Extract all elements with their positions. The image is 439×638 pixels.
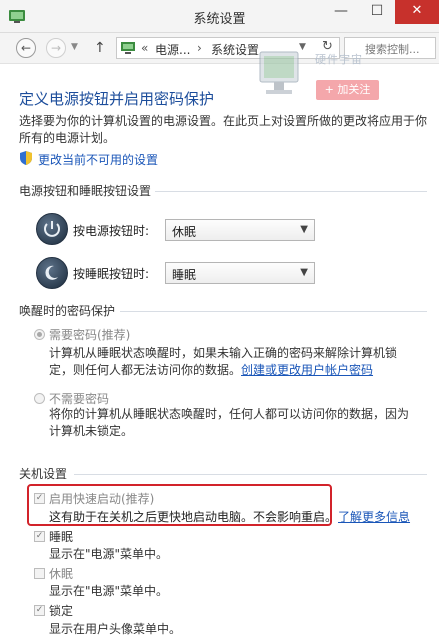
navigation-bar: ← → ▼ ↑ « 电源... › 系统设置 ▼ ↻ 搜索控制...: [0, 33, 439, 64]
section-header-power-buttons: 电源按钮和睡眠按钮设置: [19, 184, 152, 198]
forward-button[interactable]: →: [46, 38, 66, 58]
monitor-watermark-icon: [259, 51, 299, 94]
page-title: 定义电源按钮并启用密码保护: [19, 90, 215, 108]
moon-icon: [45, 265, 58, 280]
power-button-label: 按电源按钮时:: [73, 224, 150, 238]
hibernate-checkbox[interactable]: [34, 568, 45, 579]
breadcrumb-item-power[interactable]: 电源...: [155, 41, 190, 58]
search-input[interactable]: 搜索控制...: [365, 41, 420, 57]
watermark-text: 硬件宇宙: [315, 53, 363, 66]
minimize-button[interactable]: —: [323, 0, 359, 24]
section-divider: [74, 474, 427, 475]
change-unavailable-settings-link[interactable]: 更改当前不可用的设置: [38, 151, 158, 168]
require-password-radio[interactable]: [34, 329, 45, 340]
breadcrumb-separator[interactable]: ›: [197, 41, 202, 55]
fast-startup-checkbox[interactable]: ✓: [34, 493, 45, 504]
sleep-description: 显示在"电源"菜单中。: [49, 547, 169, 561]
sleep-button-label: 按睡眠按钮时:: [73, 267, 150, 281]
close-button[interactable]: ✕: [395, 0, 439, 24]
lock-description: 显示在用户头像菜单中。: [49, 622, 182, 636]
sleep-button-icon: [36, 257, 68, 289]
require-password-label: 需要密码(推荐): [49, 328, 131, 342]
chevron-down-icon: ▼: [300, 224, 308, 235]
breadcrumb-item-system-settings[interactable]: 系统设置: [211, 41, 259, 58]
sleep-label: 睡眠: [49, 530, 74, 544]
address-bar[interactable]: « 电源... › 系统设置 ▼ ↻: [116, 37, 340, 59]
hibernate-description: 显示在"电源"菜单中。: [49, 584, 169, 598]
chevron-down-icon[interactable]: ▼: [71, 42, 78, 52]
power-button-action-select[interactable]: 休眠 ▼: [165, 219, 315, 241]
section-header-shutdown: 关机设置: [19, 467, 68, 481]
learn-more-link[interactable]: 了解更多信息: [338, 508, 410, 525]
sleep-button-action-select[interactable]: 睡眠 ▼: [165, 262, 315, 284]
title-bar: 系统设置 — ☐ ✕: [0, 0, 439, 33]
lock-label: 锁定: [49, 604, 74, 618]
up-button[interactable]: ↑: [94, 40, 106, 56]
sleep-checkbox[interactable]: ✓: [34, 531, 45, 542]
power-button-icon: [36, 213, 68, 245]
power-symbol-icon: [44, 221, 60, 237]
breadcrumb-prefix: «: [141, 41, 149, 55]
chevron-down-icon: ▼: [300, 267, 308, 278]
hibernate-label: 休眠: [49, 567, 74, 581]
lock-checkbox[interactable]: ✓: [34, 605, 45, 616]
no-password-description: 将你的计算机从睡眠状态唤醒时，任何人都可以访问你的数据，因为计算机未锁定。: [49, 407, 410, 438]
require-password-description: 计算机从睡眠状态唤醒时，如果未输入正确的密码来解除计算机锁定，则任何人都无法访问…: [49, 345, 409, 379]
select-value: 休眠: [172, 225, 197, 239]
no-password-radio[interactable]: [34, 393, 45, 404]
page-description: 选择要为你的计算机设置的电源设置。在此页上对设置所做的更改将应用于你所有的电源计…: [19, 114, 428, 145]
maximize-button[interactable]: ☐: [359, 0, 395, 24]
create-password-link[interactable]: 创建或更改用户帐户密码: [241, 363, 373, 377]
no-password-label: 不需要密码: [49, 392, 110, 406]
fast-startup-description: 这有助于在关机之后更快地启动电脑。不会影响重启。: [49, 510, 338, 524]
section-header-password: 唤醒时的密码保护: [19, 304, 116, 318]
select-value: 睡眠: [172, 268, 197, 282]
fast-startup-label: 启用快速启动(推荐): [49, 492, 155, 506]
section-divider: [155, 191, 427, 192]
shield-icon: [20, 151, 32, 165]
control-panel-icon: [121, 42, 135, 54]
section-divider: [120, 311, 427, 312]
back-button[interactable]: ←: [16, 38, 36, 58]
follow-button[interactable]: + 加关注: [316, 80, 379, 100]
